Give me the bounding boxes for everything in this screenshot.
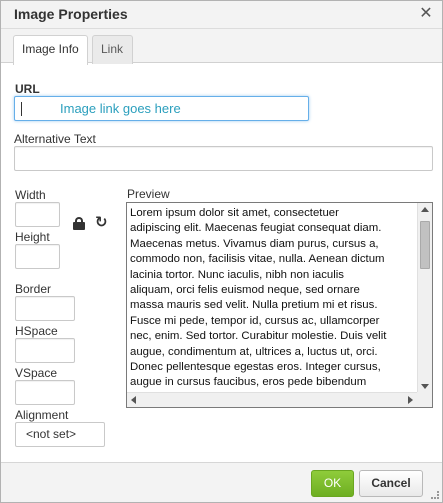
alignment-select[interactable]: <not set>	[15, 422, 105, 447]
vspace-input[interactable]	[15, 380, 75, 405]
scroll-up-icon[interactable]	[421, 207, 429, 212]
width-input[interactable]	[15, 202, 60, 227]
dialog-title: Image Properties	[14, 6, 128, 22]
reload-icon[interactable]: ↻	[95, 214, 108, 232]
image-properties-dialog: Image Properties ✕ Image Info Link URL I…	[0, 0, 443, 503]
dialog-footer: OK Cancel	[1, 462, 442, 502]
preview-box: Lorem ipsum dolor sit amet, consectetuer…	[126, 202, 433, 408]
tab-link[interactable]: Link	[92, 35, 133, 64]
resize-handle-icon[interactable]	[431, 491, 439, 499]
scrollbar-thumb[interactable]	[420, 221, 430, 269]
close-icon[interactable]: ✕	[417, 4, 435, 24]
url-label: URL	[15, 82, 40, 96]
dialog-titlebar[interactable]: Image Properties ✕	[1, 1, 442, 29]
alt-text-label: Alternative Text	[14, 132, 96, 146]
border-label: Border	[15, 282, 52, 296]
url-input[interactable]: Image link goes here	[14, 96, 309, 121]
preview-label: Preview	[127, 187, 170, 201]
text-caret	[21, 102, 22, 116]
vertical-scrollbar[interactable]	[417, 203, 432, 393]
lock-body	[73, 222, 85, 230]
horizontal-scrollbar[interactable]	[127, 392, 417, 407]
hspace-input[interactable]	[15, 338, 75, 363]
ok-button[interactable]: OK	[311, 470, 354, 497]
scroll-right-icon[interactable]	[408, 396, 413, 404]
alignment-label: Alignment	[15, 408, 69, 422]
alt-text-input[interactable]	[14, 146, 433, 171]
height-label: Height	[15, 230, 50, 244]
lock-icon[interactable]	[73, 217, 85, 230]
scrollbar-corner	[417, 392, 432, 407]
height-input[interactable]	[15, 244, 60, 269]
tab-image-info[interactable]: Image Info	[13, 35, 88, 65]
preview-text: Lorem ipsum dolor sit amet, consectetuer…	[130, 207, 387, 389]
scroll-down-icon[interactable]	[421, 384, 429, 389]
border-input[interactable]	[15, 296, 75, 321]
width-label: Width	[15, 188, 46, 202]
cancel-button[interactable]: Cancel	[359, 470, 423, 497]
vspace-label: VSpace	[15, 366, 58, 380]
url-input-value: Image link goes here	[60, 101, 181, 116]
scroll-left-icon[interactable]	[131, 396, 136, 404]
tab-bar: Image Info Link	[1, 29, 442, 65]
hspace-label: HSpace	[15, 324, 58, 338]
